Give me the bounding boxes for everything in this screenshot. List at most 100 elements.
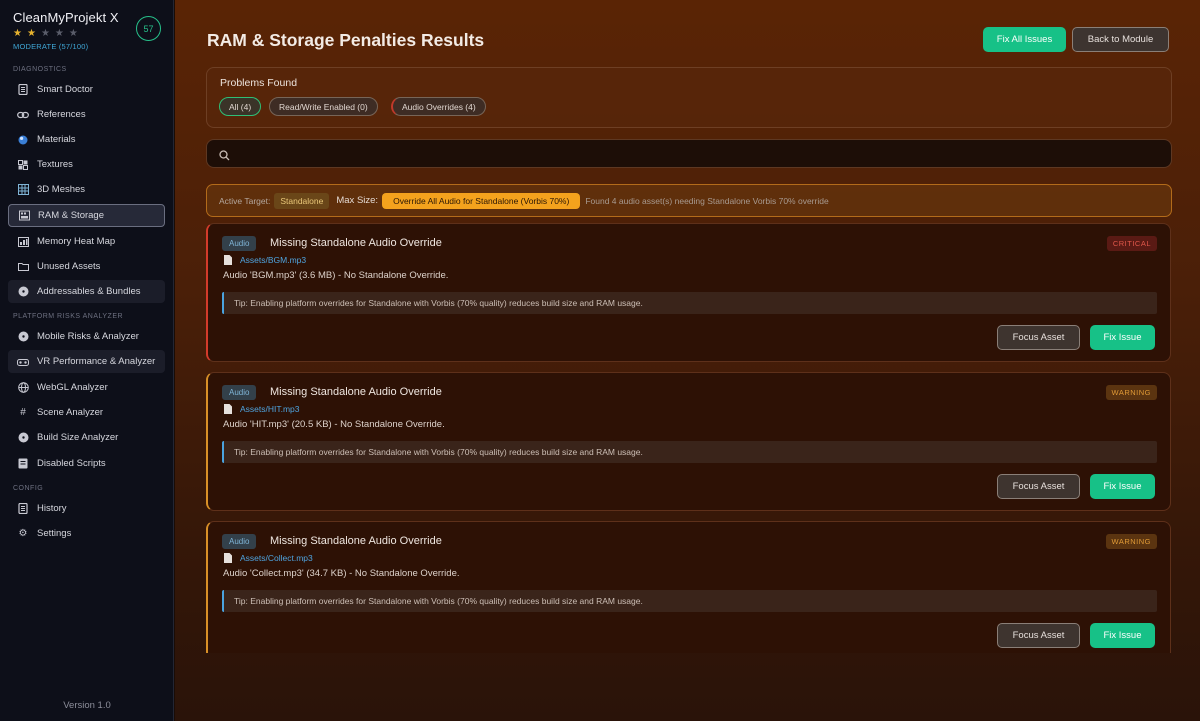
file-icon: [224, 404, 232, 414]
file-icon: [224, 553, 232, 563]
sidebar-item-label: VR Performance & Analyzer: [37, 356, 156, 367]
star-icon: ★: [68, 28, 83, 39]
sidebar-item-unused-assets[interactable]: Unused Assets: [8, 255, 165, 278]
script-icon: [17, 458, 29, 470]
section-label-platform-risks: PLATFORM RISKS ANALYZER: [13, 313, 124, 320]
storage-icon: [18, 210, 30, 222]
app-version: Version 1.0: [63, 700, 111, 711]
active-target-value[interactable]: Standalone: [274, 192, 330, 209]
issue-type-badge: Audio: [222, 385, 257, 400]
file-icon: [224, 255, 232, 265]
fix-all-issues-button[interactable]: Fix All Issues: [983, 27, 1066, 52]
asset-link[interactable]: Assets/HIT.mp3: [240, 404, 300, 414]
focus-asset-button[interactable]: Focus Asset: [997, 474, 1080, 499]
vr-headset-icon: [17, 356, 29, 368]
gear-icon: ⚙: [18, 528, 28, 539]
active-target-label: Active Target:: [219, 195, 271, 206]
fix-issue-button[interactable]: Fix Issue: [1090, 325, 1155, 350]
tip-box: Tip: Enabling platform overrides for Sta…: [222, 441, 1157, 463]
sidebar-item-label: Textures: [37, 159, 73, 170]
asset-link[interactable]: Assets/Collect.mp3: [240, 553, 313, 563]
sidebar-item-label: References: [37, 109, 86, 120]
search-input[interactable]: [237, 143, 1157, 165]
filter-chip-audio-overrides[interactable]: Audio Overrides (4): [391, 97, 486, 116]
sidebar-item-disabled-scripts[interactable]: Disabled Scripts: [8, 452, 165, 475]
sphere-icon: [17, 134, 29, 146]
sidebar-item-label: History: [37, 503, 67, 514]
page-title: RAM & Storage Penalties Results: [207, 30, 485, 50]
search-bar: [206, 139, 1172, 168]
issue-title: Missing Standalone Audio Override: [270, 386, 442, 398]
issue-card: Audio Missing Standalone Audio Override …: [206, 223, 1171, 362]
sidebar-item-label: Addressables & Bundles: [37, 286, 141, 297]
sidebar-item-vr-performance[interactable]: VR Performance & Analyzer: [8, 350, 165, 373]
active-target-bar: Active Target: Standalone Max Size: Over…: [206, 184, 1172, 217]
sidebar-item-label: Scene Analyzer: [37, 407, 104, 418]
focus-asset-button[interactable]: Focus Asset: [997, 623, 1080, 648]
max-size-label: Max Size:: [336, 195, 379, 206]
severity-badge: WARNING: [1105, 385, 1157, 400]
star-icon: ★: [13, 28, 27, 39]
issue-description: Audio 'HIT.mp3' (20.5 KB) - No Standalon…: [223, 419, 445, 430]
sidebar: CleanMyProjekt X ★★★★★ MODERATE (57/100)…: [0, 0, 174, 721]
sidebar-item-textures[interactable]: Textures: [8, 153, 165, 176]
sidebar-item-settings[interactable]: ⚙ Settings: [8, 522, 165, 545]
link-icon: [17, 109, 29, 121]
sidebar-item-materials[interactable]: Materials: [8, 128, 165, 151]
sidebar-item-webgl-analyzer[interactable]: WebGL Analyzer: [8, 376, 165, 399]
filter-chip-read-write[interactable]: Read/Write Enabled (0): [269, 97, 378, 116]
section-label-config: CONFIG: [13, 485, 44, 492]
override-all-audio-button[interactable]: Override All Audio for Standalone (Vorbi…: [382, 192, 581, 209]
star-icon: ★: [54, 28, 69, 39]
problems-found-panel: Problems Found All (4) Read/Write Enable…: [206, 67, 1172, 128]
sidebar-item-ram-storage[interactable]: RAM & Storage: [8, 204, 165, 227]
radiation-icon: [17, 331, 29, 343]
rating-stars: ★★★★★: [13, 29, 119, 39]
fix-issue-button[interactable]: Fix Issue: [1090, 623, 1155, 648]
star-icon: ★: [40, 28, 55, 39]
sidebar-item-history[interactable]: History: [8, 497, 165, 520]
doc-icon: [17, 84, 29, 96]
found-summary: Found 4 audio asset(s) needing Standalon…: [585, 195, 829, 206]
sidebar-item-label: WebGL Analyzer: [37, 382, 108, 393]
back-to-module-button[interactable]: Back to Module: [1072, 27, 1169, 52]
sidebar-item-3d-meshes[interactable]: 3D Meshes: [8, 178, 165, 201]
section-label-diagnostics: DIAGNOSTICS: [13, 66, 67, 73]
score-ring: 57: [136, 16, 161, 41]
sidebar-item-label: Memory Heat Map: [37, 236, 116, 247]
main-panel: RAM & Storage Penalties Results Fix All …: [175, 0, 1200, 721]
sidebar-item-label: Settings: [37, 528, 72, 539]
sidebar-item-smart-doctor[interactable]: Smart Doctor: [8, 78, 165, 101]
severity-badge: CRITICAL: [1106, 236, 1157, 251]
sidebar-item-addressables-bundles[interactable]: Addressables & Bundles: [8, 280, 165, 303]
focus-asset-button[interactable]: Focus Asset: [997, 325, 1080, 350]
sidebar-item-label: Materials: [37, 134, 76, 145]
globe-icon: [17, 382, 29, 394]
folder-icon: [17, 261, 29, 273]
issues-list: Audio Missing Standalone Audio Override …: [205, 223, 1173, 653]
sidebar-item-label: RAM & Storage: [38, 210, 104, 221]
severity-badge: WARNING: [1105, 534, 1157, 549]
radiation-icon: [17, 432, 29, 444]
grid-icon: [17, 184, 29, 196]
problems-found-title: Problems Found: [220, 77, 298, 89]
issue-title: Missing Standalone Audio Override: [270, 535, 442, 547]
issue-type-badge: Audio: [222, 534, 257, 549]
asset-link[interactable]: Assets/BGM.mp3: [240, 255, 306, 265]
sidebar-item-references[interactable]: References: [8, 103, 165, 126]
heatmap-icon: [17, 236, 29, 248]
issue-description: Audio 'Collect.mp3' (34.7 KB) - No Stand…: [223, 568, 460, 579]
sidebar-item-label: Disabled Scripts: [37, 458, 106, 469]
radiation-icon: [17, 286, 29, 298]
star-icon: ★: [26, 28, 41, 39]
doc-icon: [17, 503, 29, 515]
issue-description: Audio 'BGM.mp3' (3.6 MB) - No Standalone…: [223, 270, 449, 281]
hash-icon: #: [20, 407, 26, 418]
sidebar-item-scene-analyzer[interactable]: # Scene Analyzer: [8, 401, 165, 424]
filter-chip-all[interactable]: All (4): [219, 97, 262, 116]
sidebar-item-memory-heat-map[interactable]: Memory Heat Map: [8, 230, 165, 253]
asset-path: Assets/HIT.mp3: [224, 404, 300, 414]
fix-issue-button[interactable]: Fix Issue: [1090, 474, 1155, 499]
sidebar-item-mobile-risks[interactable]: Mobile Risks & Analyzer: [8, 325, 165, 348]
sidebar-item-build-size-analyzer[interactable]: Build Size Analyzer: [8, 426, 165, 449]
